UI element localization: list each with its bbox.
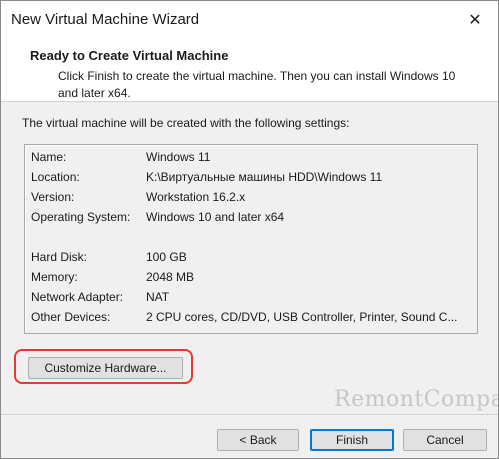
settings-summary-box: Name: Windows 11 Location: K:\Виртуальны… bbox=[24, 144, 478, 334]
setting-label: Name: bbox=[31, 150, 67, 164]
setting-value: K:\Виртуальные машины HDD\Windows 11 bbox=[146, 170, 383, 184]
setting-value: 100 GB bbox=[146, 250, 187, 264]
settings-intro: The virtual machine will be created with… bbox=[22, 116, 350, 130]
finish-button[interactable]: Finish bbox=[310, 429, 394, 451]
setting-row-os: Operating System: Windows 10 and later x… bbox=[31, 210, 476, 228]
setting-row-version: Version: Workstation 16.2.x bbox=[31, 190, 476, 208]
header-title: Ready to Create Virtual Machine bbox=[30, 48, 229, 63]
setting-value: 2 CPU cores, CD/DVD, USB Controller, Pri… bbox=[146, 310, 458, 324]
close-icon: ✕ bbox=[468, 12, 482, 29]
close-button[interactable]: ✕ bbox=[452, 1, 498, 39]
setting-label: Version: bbox=[31, 190, 75, 204]
back-button[interactable]: < Back bbox=[217, 429, 299, 451]
title-bar: New Virtual Machine Wizard ✕ bbox=[1, 1, 498, 39]
setting-value: 2048 MB bbox=[146, 270, 195, 284]
setting-label: Operating System: bbox=[31, 210, 131, 224]
wizard-header: Ready to Create Virtual Machine Click Fi… bbox=[1, 39, 498, 102]
setting-row-other-devices: Other Devices: 2 CPU cores, CD/DVD, USB … bbox=[31, 310, 476, 328]
setting-label: Other Devices: bbox=[31, 310, 111, 324]
setting-label: Hard Disk: bbox=[31, 250, 88, 264]
setting-value: Windows 10 and later x64 bbox=[146, 210, 285, 224]
wizard-window: New Virtual Machine Wizard ✕ Ready to Cr… bbox=[0, 0, 499, 459]
setting-label: Network Adapter: bbox=[31, 290, 124, 304]
setting-label: Location: bbox=[31, 170, 80, 184]
footer-divider bbox=[1, 414, 498, 415]
setting-value: Windows 11 bbox=[146, 150, 211, 164]
setting-row-location: Location: K:\Виртуальные машины HDD\Wind… bbox=[31, 170, 476, 188]
setting-row-hard-disk: Hard Disk: 100 GB bbox=[31, 250, 476, 268]
watermark: RemontCompa.ru bbox=[334, 387, 499, 412]
window-title: New Virtual Machine Wizard bbox=[11, 11, 200, 28]
header-description: Click Finish to create the virtual machi… bbox=[58, 69, 456, 100]
setting-row-memory: Memory: 2048 MB bbox=[31, 270, 476, 288]
setting-row-name: Name: Windows 11 bbox=[31, 150, 476, 168]
customize-hardware-button[interactable]: Customize Hardware... bbox=[28, 357, 183, 379]
setting-row-network: Network Adapter: NAT bbox=[31, 290, 476, 308]
cancel-button[interactable]: Cancel bbox=[403, 429, 487, 451]
setting-value: NAT bbox=[146, 290, 170, 304]
setting-value: Workstation 16.2.x bbox=[146, 190, 246, 204]
setting-label: Memory: bbox=[31, 270, 78, 284]
